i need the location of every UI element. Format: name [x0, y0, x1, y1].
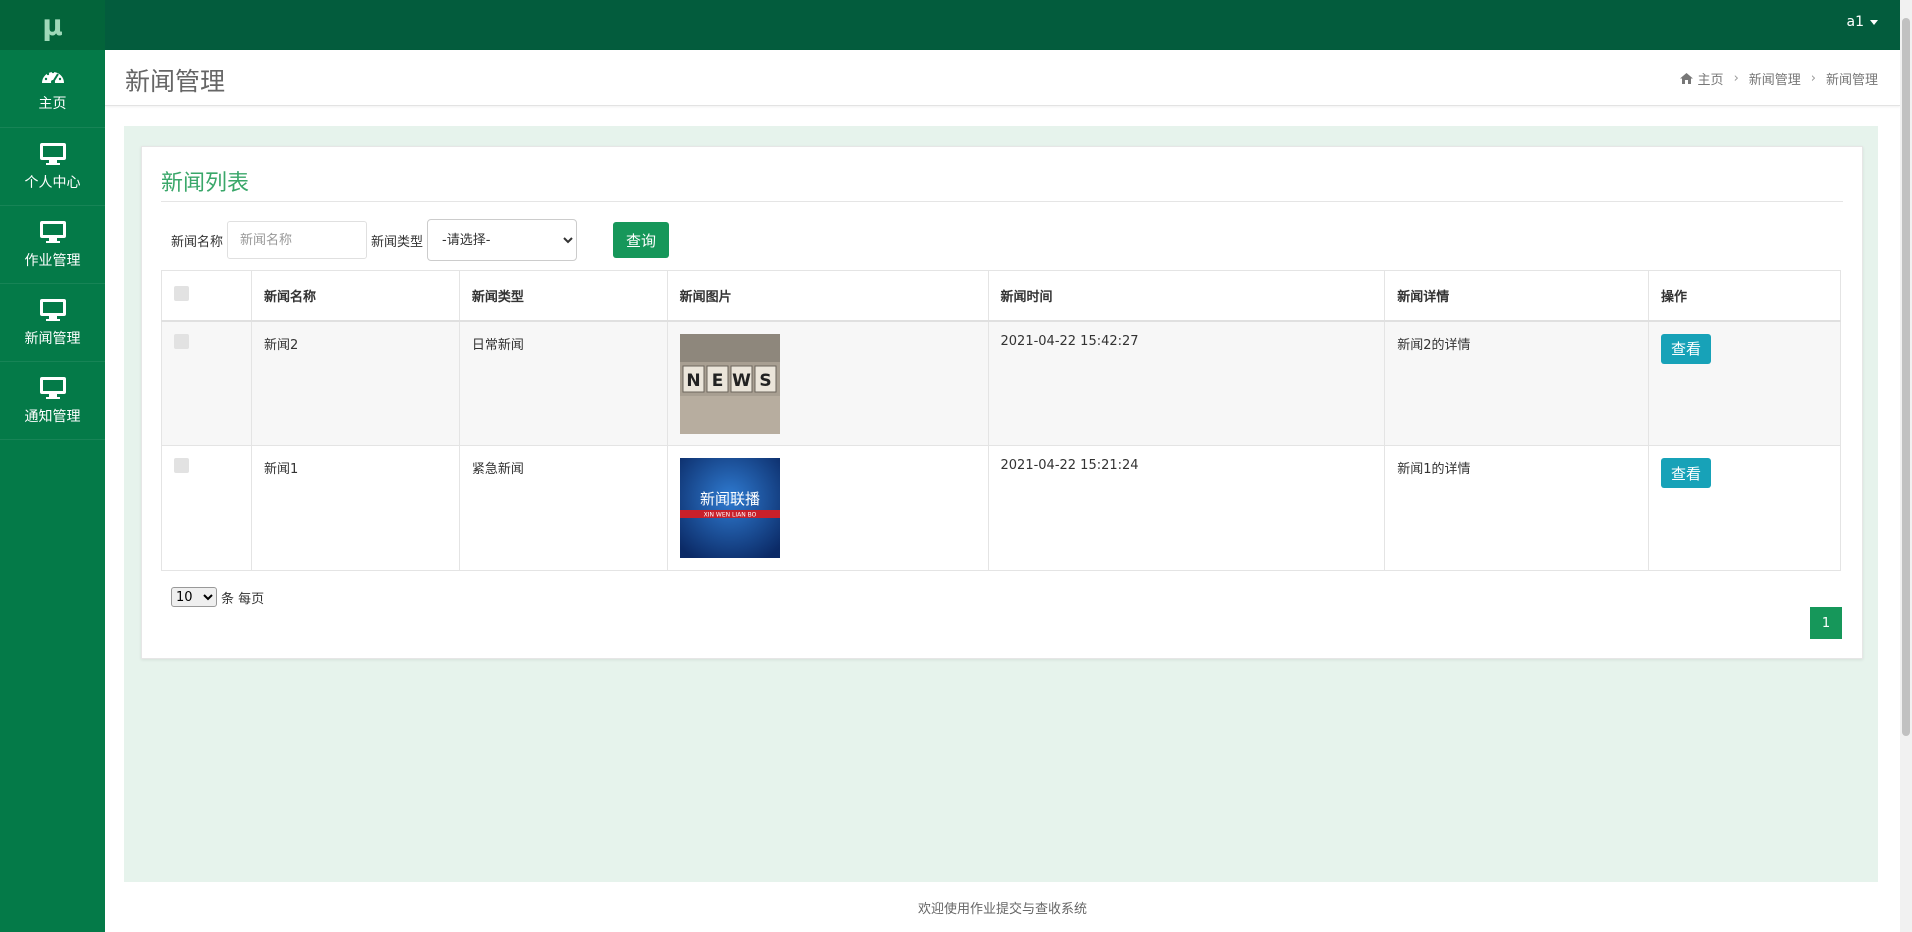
news-type-label: 新闻类型 [371, 234, 424, 250]
sidebar-item-notice[interactable]: 通知管理 [0, 362, 105, 440]
news-type-select[interactable]: -请选择- [427, 219, 578, 261]
dashboard-icon [41, 70, 64, 84]
row-select-cell [161, 320, 252, 446]
view-button[interactable]: 查看 [1661, 333, 1712, 364]
username: a1 [1846, 14, 1865, 30]
footer-text: 欢迎使用作业提交与查收系统 [917, 901, 1087, 917]
column-header: 新闻类型 [458, 270, 668, 322]
monitor-icon [39, 298, 66, 321]
news-name-input[interactable] [227, 221, 368, 259]
column-header: 新闻时间 [987, 270, 1386, 322]
monitor-icon [39, 220, 66, 243]
news-image-cell: N E W S [666, 320, 989, 446]
thumbnail-letter: W [732, 371, 751, 391]
sidebar-item-home[interactable]: 主页 [0, 50, 105, 128]
news-time-cell: 2021-04-22 15:42:27 [987, 320, 1386, 446]
breadcrumb: 主页 › 新闻管理 › 新闻管理 [1679, 69, 1878, 88]
breadcrumb-current: 新闻管理 [1825, 73, 1878, 88]
home-icon [1679, 73, 1693, 84]
sidebar-item-profile[interactable]: 个人中心 [0, 128, 105, 206]
breadcrumb-item[interactable]: 新闻管理 [1749, 69, 1801, 88]
sidebar-item-label: 个人中心 [24, 174, 81, 191]
page-header: 新闻管理 主页 › 新闻管理 › 新闻管理 [105, 50, 1900, 106]
sidebar-item-label: 新闻管理 [24, 330, 81, 347]
content-area: 新闻列表 新闻名称 新闻类型 -请选择- 查询 新闻名称 新闻类型 新闻图片 新… [124, 126, 1878, 882]
news-table: 新闻名称 新闻类型 新闻图片 新闻时间 新闻详情 操作 新闻2 日常新闻 N E… [161, 270, 1841, 571]
logo: μ [0, 0, 105, 50]
panel-title: 新闻列表 [161, 171, 250, 196]
table-header-row: 新闻名称 新闻类型 新闻图片 新闻时间 新闻详情 操作 [161, 270, 1841, 322]
row-checkbox[interactable] [174, 333, 189, 349]
news-type-cell: 紧急新闻 [458, 445, 668, 571]
news-image-cell: 新闻联播 XIN WEN LIAN BO [666, 445, 989, 571]
monitor-icon [39, 376, 66, 399]
page-size-control: 10 条 每页 [171, 587, 264, 607]
thumbnail-title: 新闻联播 [700, 490, 760, 508]
caret-down-icon [1870, 19, 1878, 25]
sidebar: μ 主页 个人中心 作业管理 新闻管理 通知管理 [0, 0, 105, 932]
sidebar-item-label: 主页 [38, 95, 67, 112]
sidebar-item-label: 通知管理 [24, 408, 81, 425]
breadcrumb-home[interactable]: 主页 [1679, 69, 1724, 88]
row-checkbox[interactable] [174, 458, 189, 473]
news-type-cell: 日常新闻 [458, 320, 668, 446]
page-title: 新闻管理 [125, 67, 226, 96]
user-menu[interactable]: a1 [1846, 14, 1878, 30]
search-form: 新闻名称 新闻类型 -请选择- 查询 [171, 219, 670, 261]
column-header: 操作 [1648, 270, 1841, 322]
action-cell: 查看 [1648, 445, 1841, 571]
news-name-cell: 新闻1 [250, 445, 460, 571]
query-button[interactable]: 查询 [613, 222, 670, 258]
scrollbar[interactable] [1900, 0, 1912, 932]
page-button-current[interactable]: 1 [1810, 607, 1842, 639]
news-time-cell: 2021-04-22 15:21:24 [987, 445, 1386, 571]
view-button[interactable]: 查看 [1661, 458, 1712, 488]
table-row: 新闻1 紧急新闻 新闻联播 XIN WEN LIAN BO 2021-04-22… [161, 445, 1841, 571]
thumbnail-letter: N [686, 371, 700, 391]
action-cell: 查看 [1648, 320, 1841, 446]
news-thumbnail: 新闻联播 XIN WEN LIAN BO [679, 458, 780, 558]
news-detail-cell: 新闻2的详情 [1384, 320, 1650, 446]
footer: 欢迎使用作业提交与查收系统 [105, 882, 1900, 932]
row-select-cell [161, 445, 252, 571]
divider [161, 201, 1843, 202]
news-name-cell: 新闻2 [250, 320, 460, 446]
table-row: 新闻2 日常新闻 N E W S 2021-04-22 15:42:27 新闻2… [161, 320, 1841, 446]
thumbnail-subtitle: XIN WEN LIAN BO [703, 512, 756, 519]
chevron-right-icon: › [1810, 71, 1816, 86]
news-name-label: 新闻名称 [171, 234, 224, 250]
news-list-panel: 新闻列表 新闻名称 新闻类型 -请选择- 查询 新闻名称 新闻类型 新闻图片 新… [141, 146, 1863, 659]
column-header: 新闻详情 [1384, 270, 1650, 322]
column-header: 新闻名称 [250, 270, 460, 322]
thumbnail-letter: E [711, 371, 723, 391]
column-header: 新闻图片 [666, 270, 989, 322]
topbar: a1 [105, 0, 1900, 50]
news-detail-cell: 新闻1的详情 [1384, 445, 1650, 571]
sidebar-item-homework[interactable]: 作业管理 [0, 206, 105, 284]
monitor-icon [39, 142, 66, 165]
scrollbar-thumb[interactable] [1902, 18, 1910, 736]
news-thumbnail: N E W S [679, 333, 780, 434]
page-size-suffix: 条 每页 [221, 591, 265, 607]
chevron-right-icon: › [1733, 71, 1739, 86]
select-all-cell [161, 270, 252, 322]
thumbnail-letter: S [759, 371, 771, 391]
select-all-checkbox[interactable] [174, 285, 189, 301]
sidebar-item-news[interactable]: 新闻管理 [0, 284, 105, 362]
page-size-select[interactable]: 10 [171, 587, 217, 607]
sidebar-item-label: 作业管理 [24, 252, 81, 269]
